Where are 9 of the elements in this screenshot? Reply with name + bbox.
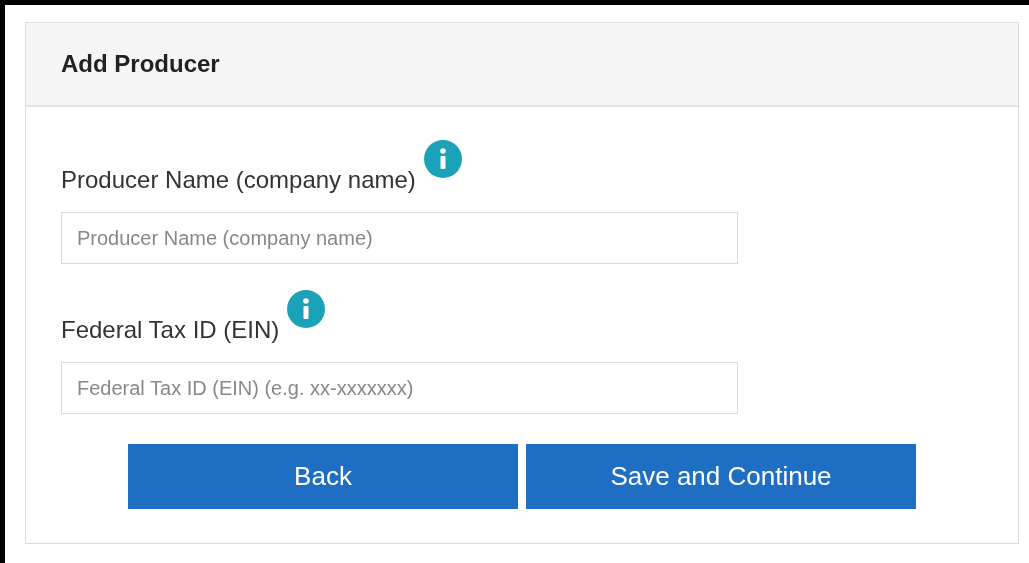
text-input-field[interactable]: Federal Tax ID (EIN) (e.g. xx-xxxxxxx) <box>61 362 738 414</box>
info-icon[interactable] <box>423 140 462 178</box>
panel-title: Add Producer <box>61 49 220 79</box>
back-button[interactable]: Back <box>128 444 518 509</box>
field-label: Producer Name (company name) <box>61 165 416 195</box>
text-input-field[interactable]: Producer Name (company name) <box>61 212 738 264</box>
info-icon[interactable] <box>287 290 326 328</box>
field-label: Federal Tax ID (EIN) <box>61 315 280 345</box>
save-button[interactable]: Save and Continue <box>526 444 916 509</box>
